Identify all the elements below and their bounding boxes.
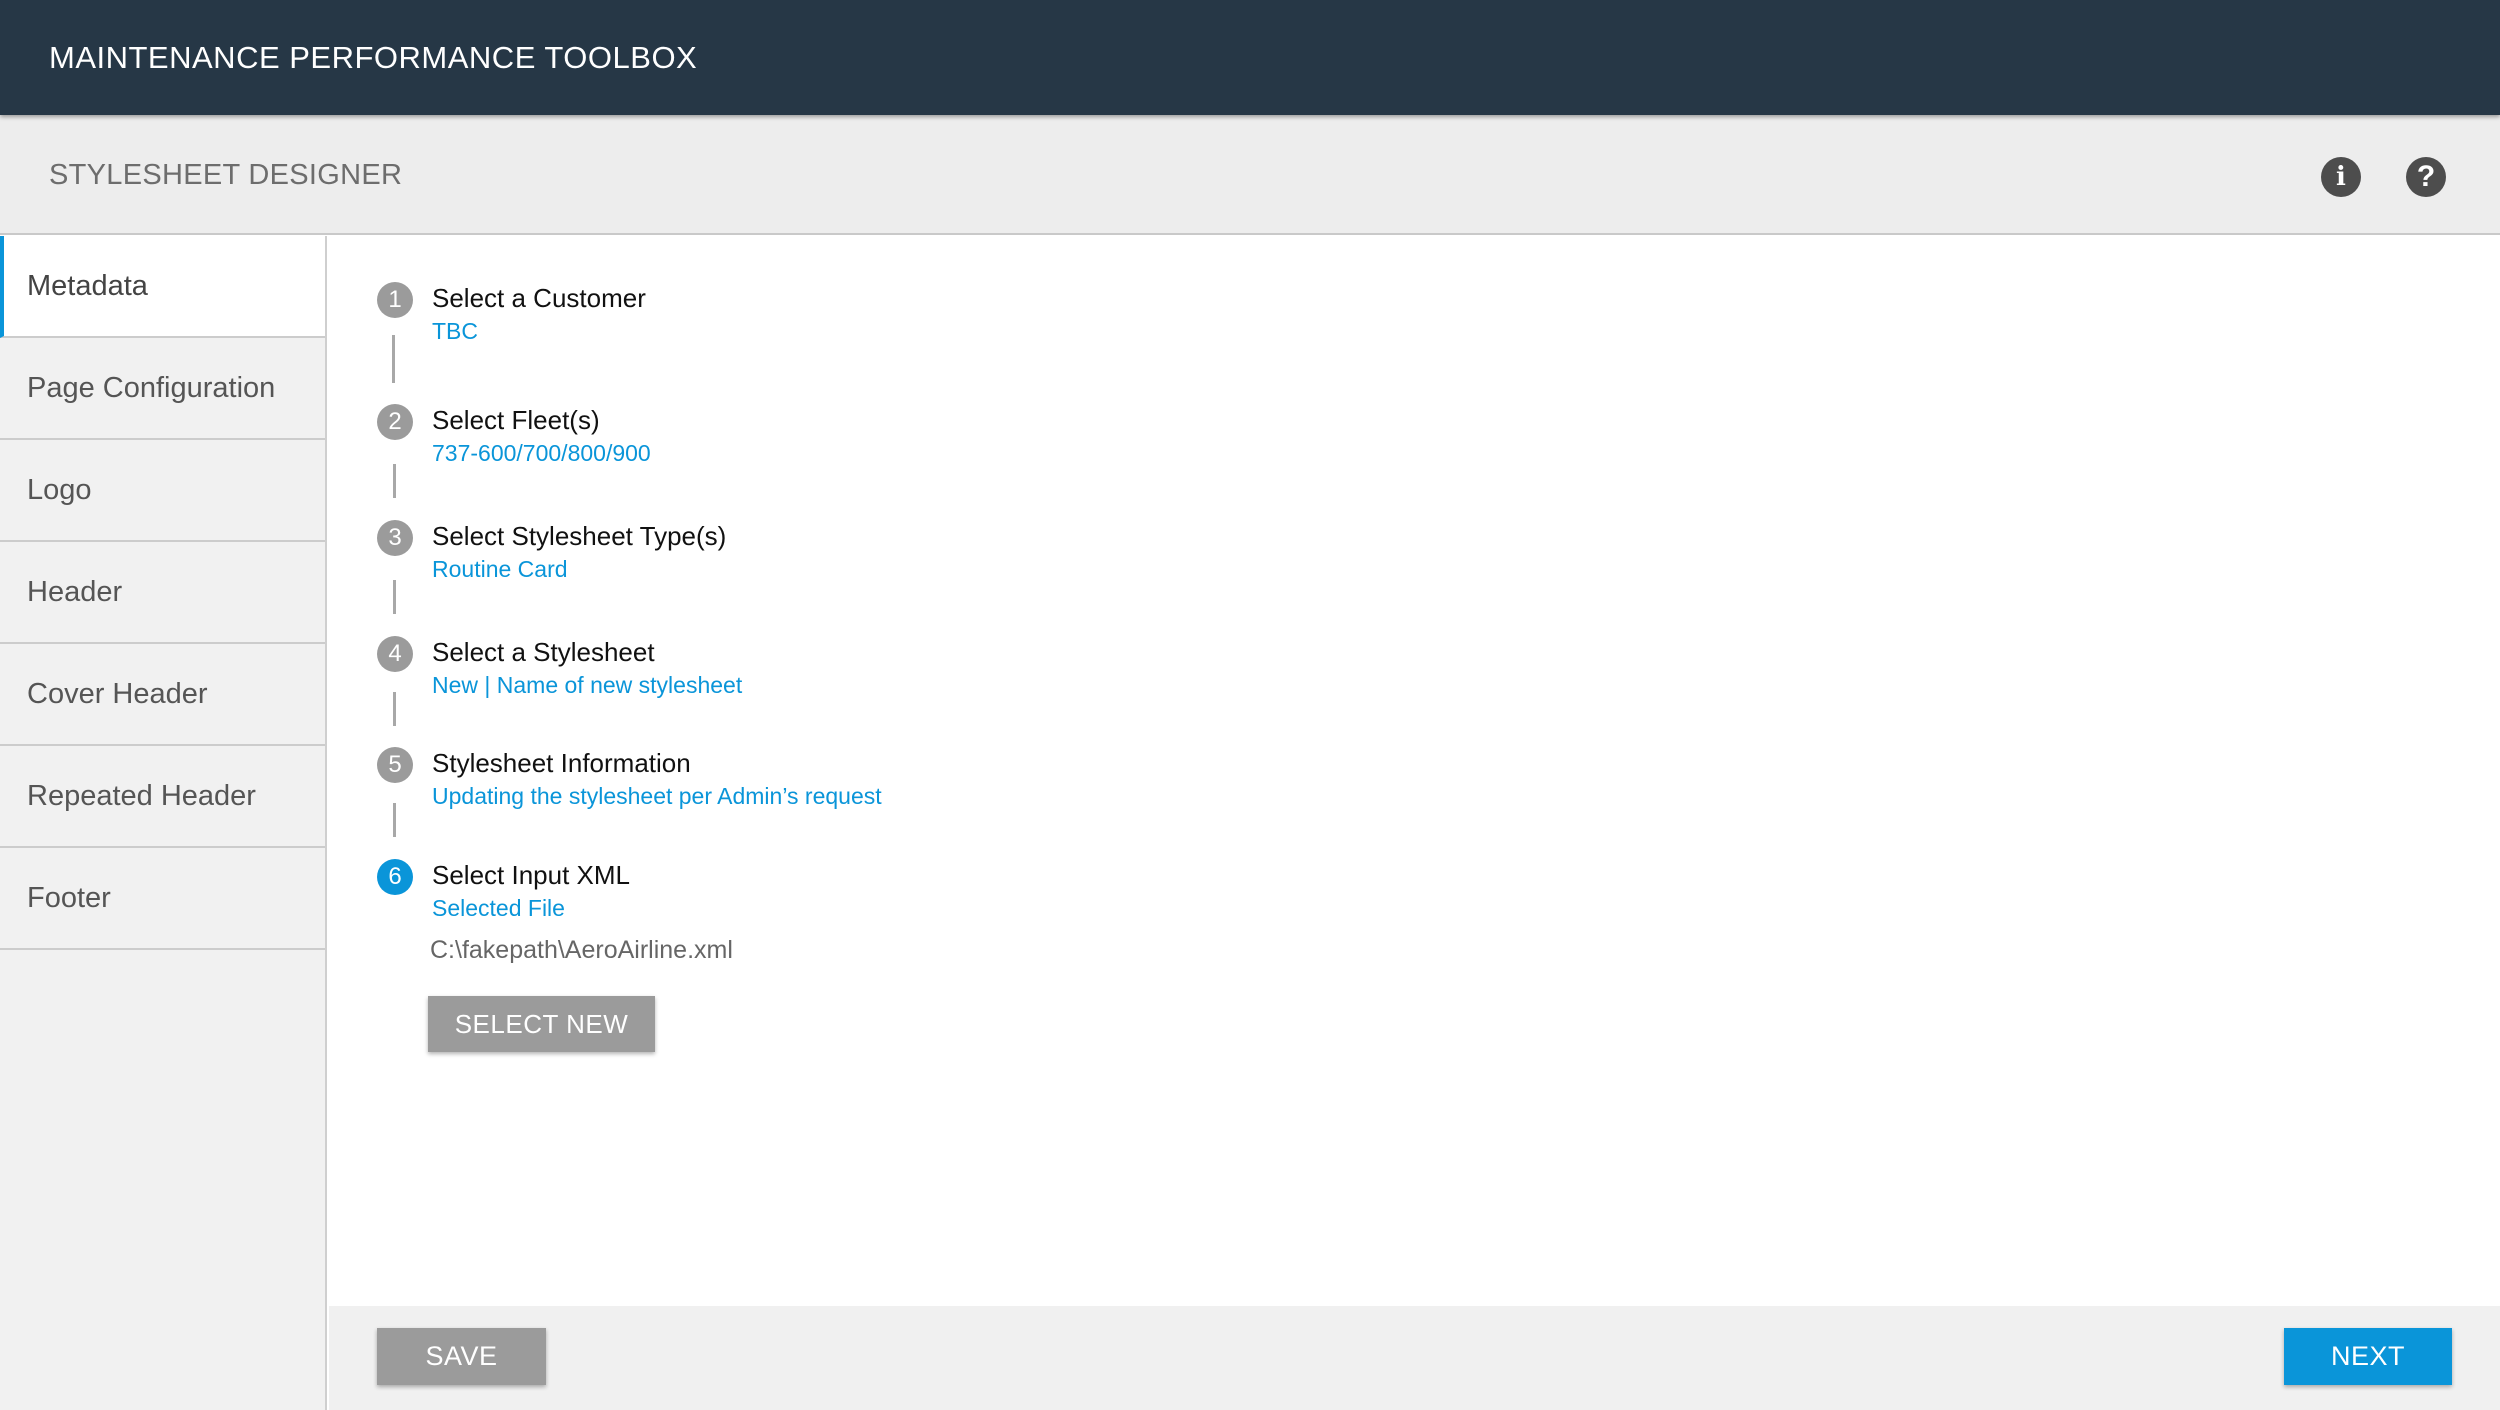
save-button[interactable]: SAVE xyxy=(377,1328,546,1385)
step-number-badge: 4 xyxy=(377,636,413,672)
action-footer: SAVE NEXT xyxy=(329,1306,2500,1410)
step-number-badge: 1 xyxy=(377,282,413,318)
step-value-link[interactable]: Routine Card xyxy=(432,556,568,583)
sidebar-item-header[interactable]: Header xyxy=(0,542,325,644)
sidebar-item-repeated-header[interactable]: Repeated Header xyxy=(0,746,325,848)
page-title: STYLESHEET DESIGNER xyxy=(49,159,403,191)
step-title: Select Stylesheet Type(s) xyxy=(432,521,727,551)
step-connector xyxy=(393,803,396,837)
step-connector xyxy=(393,464,396,498)
app-title: MAINTENANCE PERFORMANCE TOOLBOX xyxy=(49,40,698,75)
sidebar-item-page-configuration[interactable]: Page Configuration xyxy=(0,338,325,440)
step-title: Select Input XML xyxy=(432,860,630,890)
step-connector xyxy=(392,335,395,383)
help-icon[interactable]: ? xyxy=(2406,157,2446,197)
step-title: Stylesheet Information xyxy=(432,748,691,778)
selected-file-label: Selected File xyxy=(432,895,565,921)
next-button[interactable]: NEXT xyxy=(2284,1328,2452,1385)
step-number-badge: 2 xyxy=(377,404,413,440)
step-number-badge-active: 6 xyxy=(377,859,413,895)
step-number-badge: 5 xyxy=(377,747,413,783)
app-top-bar: MAINTENANCE PERFORMANCE TOOLBOX xyxy=(0,0,2500,115)
step-connector xyxy=(393,580,396,614)
step-value-link[interactable]: 737-600/700/800/900 xyxy=(432,440,651,467)
step-value-link[interactable]: Updating the stylesheet per Admin’s requ… xyxy=(432,783,882,810)
sidebar: Metadata Page Configuration Logo Header … xyxy=(0,236,327,1410)
page-header: STYLESHEET DESIGNER i ? xyxy=(0,115,2500,235)
main-content: 1 Select a Customer TBC 2 Select Fleet(s… xyxy=(329,236,2500,1306)
info-icon[interactable]: i xyxy=(2321,157,2361,197)
sidebar-item-metadata[interactable]: Metadata xyxy=(0,236,325,338)
step-title: Select a Stylesheet xyxy=(432,637,655,667)
select-new-button[interactable]: SELECT NEW xyxy=(428,996,655,1052)
step-value-link[interactable]: TBC xyxy=(432,318,478,345)
sidebar-item-footer[interactable]: Footer xyxy=(0,848,325,950)
selected-file-path: C:\fakepath\AeroAirline.xml xyxy=(430,936,733,964)
step-title: Select a Customer xyxy=(432,283,646,313)
sidebar-item-logo[interactable]: Logo xyxy=(0,440,325,542)
step-title: Select Fleet(s) xyxy=(432,405,600,435)
sidebar-item-cover-header[interactable]: Cover Header xyxy=(0,644,325,746)
step-value-link[interactable]: New | Name of new stylesheet xyxy=(432,672,742,699)
step-connector xyxy=(393,692,396,726)
step-number-badge: 3 xyxy=(377,520,413,556)
